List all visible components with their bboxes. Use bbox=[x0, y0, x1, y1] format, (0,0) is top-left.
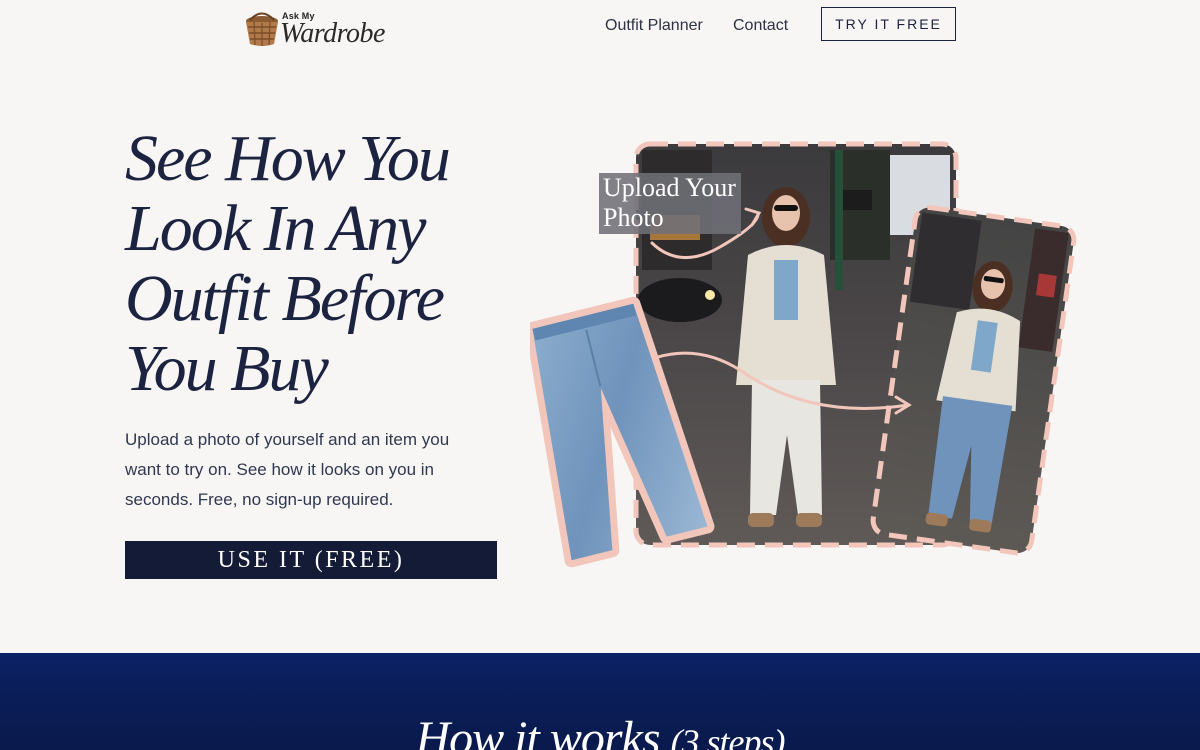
how-it-works-title: How it works (3 steps) bbox=[0, 711, 1200, 750]
use-it-free-button[interactable]: USE IT (FREE) bbox=[125, 541, 497, 579]
try-on-illustration: Upload Your Photo bbox=[530, 135, 1090, 575]
hero-title: See How You Look In Any Outfit Before Yo… bbox=[125, 124, 545, 404]
how-it-works-steps: (3 steps) bbox=[670, 722, 786, 750]
hero-title-line: See How You bbox=[125, 122, 451, 195]
hero-title-line: Outfit Before bbox=[125, 262, 445, 335]
how-it-works-section: How it works (3 steps) bbox=[0, 653, 1200, 750]
try-it-free-button[interactable]: TRY IT FREE bbox=[821, 7, 956, 41]
hero-description: Upload a photo of yourself and an item y… bbox=[125, 430, 450, 509]
upload-label-line: Upload Your bbox=[603, 173, 736, 202]
nav-contact[interactable]: Contact bbox=[733, 17, 788, 35]
hero-title-line: Look In Any bbox=[125, 192, 426, 265]
upload-photo-label: Upload Your Photo bbox=[599, 173, 741, 234]
how-it-works-heading: How it works bbox=[415, 712, 660, 750]
upload-label-line: Photo bbox=[603, 203, 664, 232]
nav-outfit-planner[interactable]: Outfit Planner bbox=[605, 17, 703, 35]
logo[interactable]: Ask My Wardrobe bbox=[243, 8, 393, 50]
site-header: Ask My Wardrobe Outfit Planner Contact T… bbox=[0, 0, 1200, 56]
logo-wordmark: Wardrobe bbox=[280, 18, 385, 49]
basket-logo-icon bbox=[246, 12, 278, 46]
hero-title-line: You Buy bbox=[125, 332, 329, 405]
